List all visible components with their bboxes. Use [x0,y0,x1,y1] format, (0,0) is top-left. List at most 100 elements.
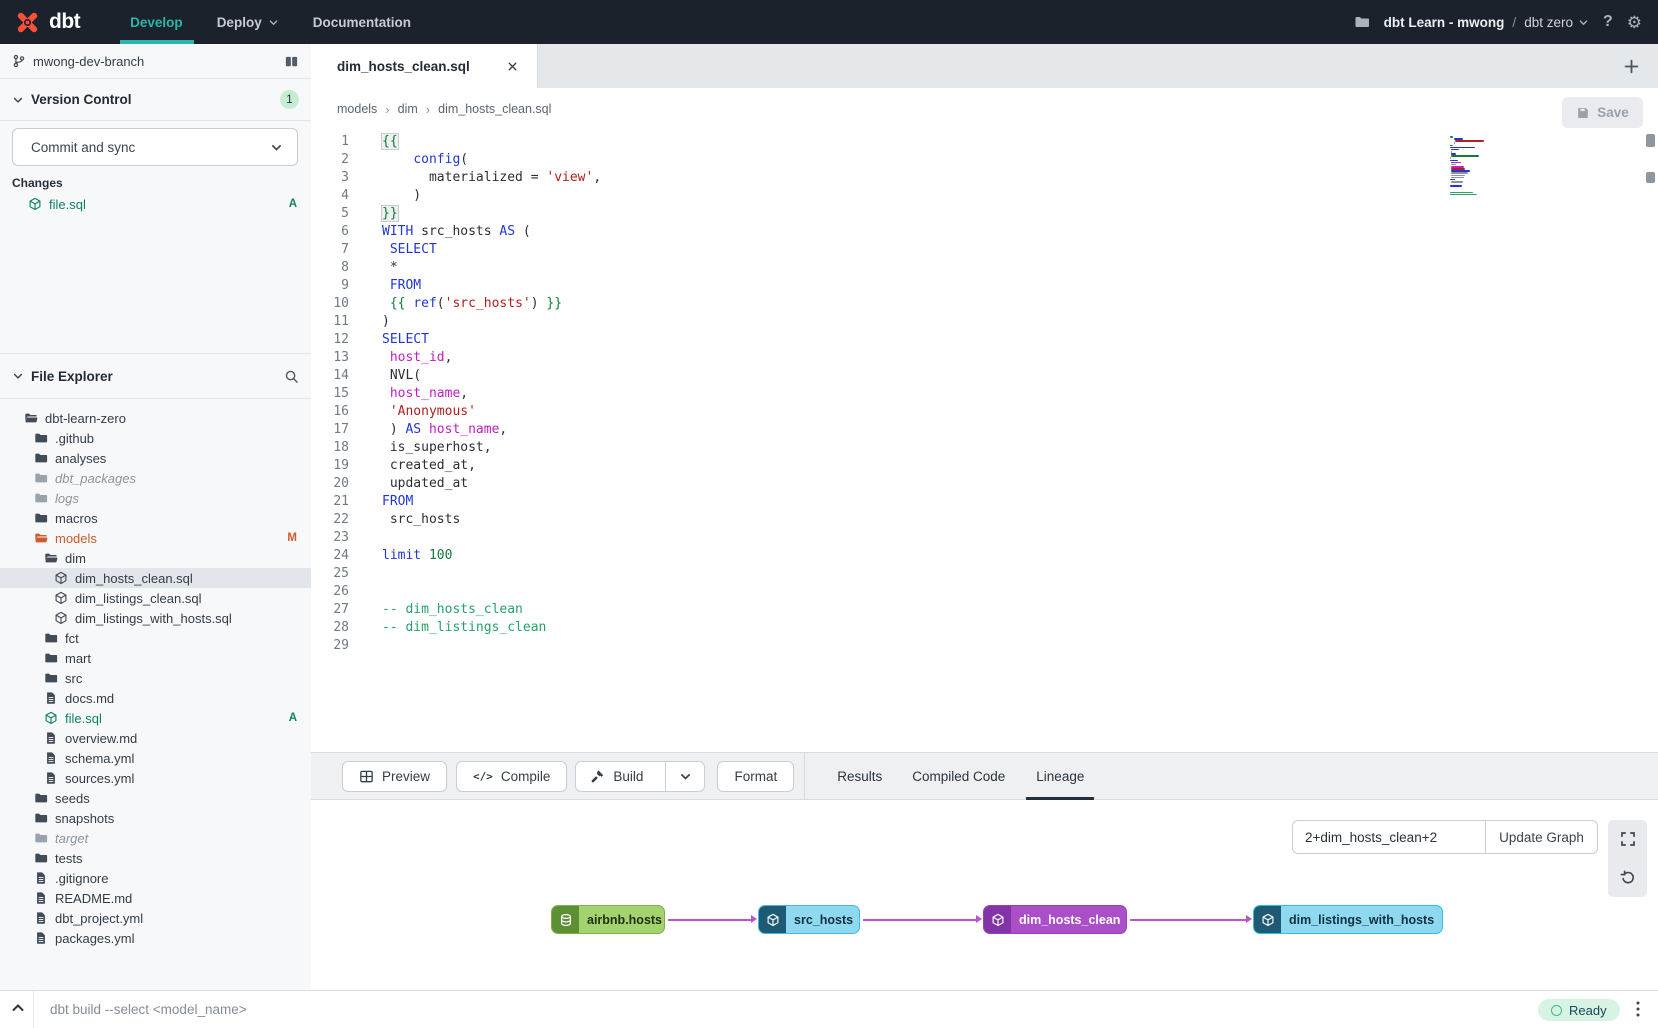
git-status-badge: M [287,532,297,544]
tree-item-dbt_packages[interactable]: dbt_packages [0,468,311,488]
nav-deploy[interactable]: Deploy [217,15,279,30]
tree-item-sources.yml[interactable]: sources.yml [0,768,311,788]
tree-item-label: packages.yml [55,931,134,946]
nav-documentation[interactable]: Documentation [313,15,411,30]
scrollbar-thumb[interactable] [1646,134,1655,147]
build-button[interactable]: Build [576,762,657,791]
line-number: 6 [311,223,361,241]
code-pane[interactable]: 1{{2 config(3 materialized = 'view',4 )5… [311,133,1598,655]
project-selector[interactable]: dbt zero [1524,15,1589,30]
tab-lineage[interactable]: Lineage [1036,769,1084,784]
code-line-5: 5}} [311,205,1598,223]
changed-file-row[interactable]: file.sql A [0,194,311,214]
nav-develop[interactable]: Develop [130,15,183,30]
save-button[interactable]: Save [1562,97,1643,128]
dbt-logo[interactable]: dbt [0,9,96,36]
tree-item-label: macros [55,511,98,526]
tree-item-logs[interactable]: logs [0,488,311,508]
file-tree: dbt-learn-zero .github analysesdbt_package… [0,408,311,948]
tree-item-schema.yml[interactable]: schema.yml [0,748,311,768]
split-panels-icon[interactable] [284,54,299,69]
file-explorer-header[interactable]: File Explorer [0,354,311,399]
git-branch-row[interactable]: mwong-dev-branch [0,44,311,79]
editor-scrollbar[interactable] [1646,132,1655,748]
lineage-node-dim_hosts_clean[interactable]: dim_hosts_clean [983,905,1127,934]
tree-item-fct[interactable]: fct [0,628,311,648]
breadcrumb-models[interactable]: models [337,102,377,116]
version-control-header[interactable]: Version Control 1 [0,79,311,121]
ide-status-badge[interactable]: Ready [1538,999,1620,1021]
editor-minimap[interactable] [1450,136,1490,198]
tree-item-.gitignore[interactable]: .gitignore [0,868,311,888]
lineage-node-airbnb.hosts[interactable]: airbnb.hosts [551,905,665,934]
tree-item-macros[interactable]: macros [0,508,311,528]
tree-item-dim_listings_clean.sql[interactable]: dim_listings_clean.sql [0,588,311,608]
build-options-dropdown[interactable] [665,762,704,791]
tree-item-.github[interactable]: .github [0,428,311,448]
tree-item-file.sql[interactable]: file.sqlA [0,708,311,728]
tree-item-README.md[interactable]: README.md [0,888,311,908]
tree-item-snapshots[interactable]: snapshots [0,808,311,828]
tree-item-models[interactable]: modelsM [0,528,311,548]
code-editor[interactable]: 1{{2 config(3 materialized = 'view',4 )5… [311,130,1658,752]
tree-item-tests[interactable]: tests [0,848,311,868]
update-graph-button[interactable]: Update Graph [1485,820,1598,854]
tree-item-dbt_project.yml[interactable]: dbt_project.yml [0,908,311,928]
close-icon[interactable] [506,60,519,73]
line-number: 12 [311,331,361,349]
tree-item-dim_hosts_clean.sql[interactable]: dim_hosts_clean.sql [0,568,311,588]
tree-item-label: .github [55,431,94,446]
lineage-node-dim_listings_with_hosts[interactable]: dim_listings_with_hosts [1253,905,1443,934]
changes-count-badge: 1 [280,90,299,109]
lineage-filter-input[interactable] [1292,820,1485,854]
folder-open-icon [34,531,48,545]
tree-item-docs.md[interactable]: docs.md [0,688,311,708]
tree-item-label: docs.md [65,691,114,706]
gear-icon[interactable]: ⚙ [1627,14,1642,31]
sidebar: mwong-dev-branch Version Control 1 Commi… [0,44,312,990]
breadcrumb-dim[interactable]: dim [398,102,418,116]
folder-icon [44,631,58,645]
tree-item-analyses[interactable]: analyses [0,448,311,468]
lineage-panel: Update Graph airbnb.hosts src_hosts dim_ho… [311,800,1658,990]
code-line-12: 12SELECT [311,331,1598,349]
compile-button[interactable]: </> Compile [456,761,567,792]
lineage-node-src_hosts[interactable]: src_hosts [758,905,860,934]
fullscreen-icon[interactable] [1620,831,1636,847]
tree-item-label: schema.yml [65,751,134,766]
tree-item-dim_listings_with_hosts.sql[interactable]: dim_listings_with_hosts.sql [0,608,311,628]
help-icon[interactable]: ? [1603,13,1613,31]
tab-results[interactable]: Results [837,769,882,784]
preview-button[interactable]: Preview [342,761,447,792]
command-input[interactable]: dbt build --select <model_name> [50,991,247,1028]
new-tab-button[interactable] [1623,58,1640,75]
file-icon [34,871,48,885]
floppy-icon [1576,106,1590,120]
toolbar-divider [804,752,805,800]
account-switcher[interactable]: dbt Learn - mwong / dbt zero [1384,15,1589,30]
tree-item-dbt-learn-zero[interactable]: dbt-learn-zero [0,408,311,428]
search-icon[interactable] [284,369,299,384]
tree-item-src[interactable]: src [0,668,311,688]
tree-item-mart[interactable]: mart [0,648,311,668]
tree-item-dim[interactable]: dim [0,548,311,568]
code-line-22: 22 src_hosts [311,511,1598,529]
reset-view-icon[interactable] [1620,870,1636,886]
chevron-up-icon[interactable] [10,1000,26,1016]
tree-item-target[interactable]: target [0,828,311,848]
kebab-menu-icon[interactable] [1631,998,1645,1020]
commit-and-sync-button[interactable]: Commit and sync [12,128,298,166]
node-label: airbnb.hosts [579,906,665,933]
tree-item-packages.yml[interactable]: packages.yml [0,928,311,948]
chevron-down-icon [1578,17,1589,28]
tab-compiled-code[interactable]: Compiled Code [912,769,1005,784]
tree-item-seeds[interactable]: seeds [0,788,311,808]
tree-item-overview.md[interactable]: overview.md [0,728,311,748]
breadcrumb-file[interactable]: dim_hosts_clean.sql [438,102,551,116]
format-button[interactable]: Format [717,761,794,792]
line-number: 13 [311,349,361,367]
tab-dim-hosts-clean[interactable]: dim_hosts_clean.sql [311,44,538,89]
file-icon [44,691,58,705]
scrollbar-thumb[interactable] [1646,172,1655,183]
commit-options-dropdown[interactable] [255,129,297,165]
